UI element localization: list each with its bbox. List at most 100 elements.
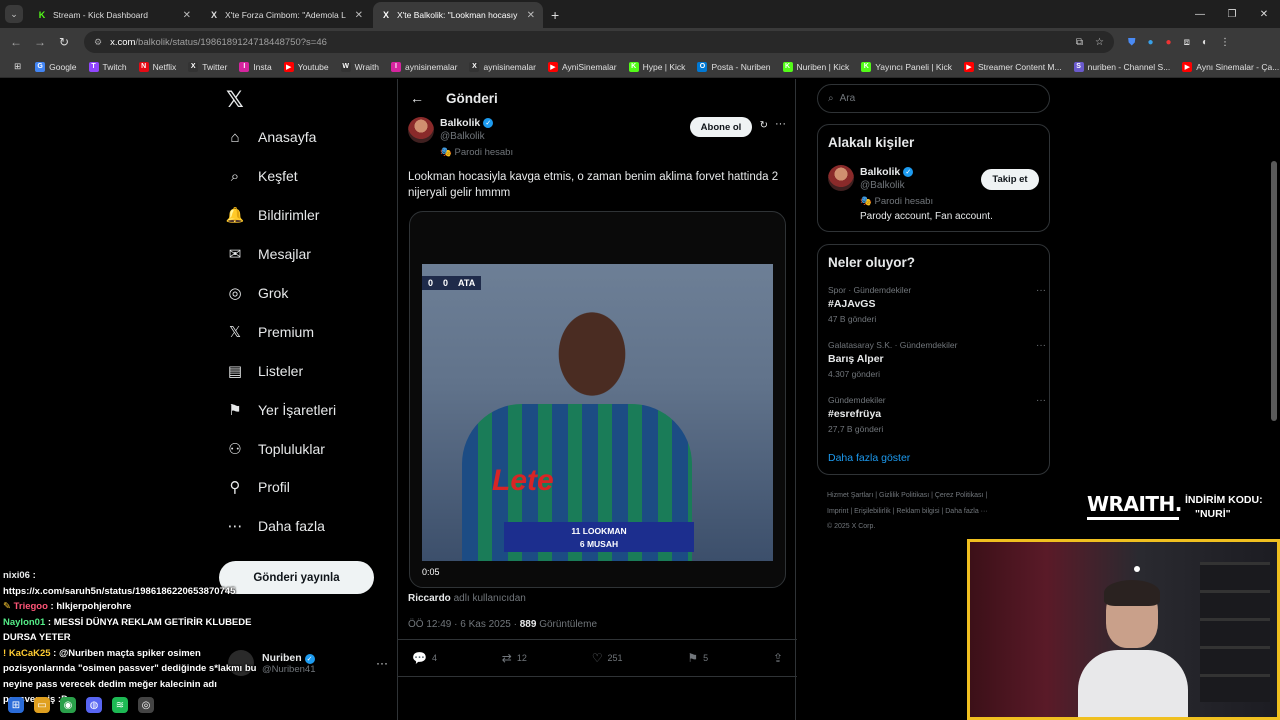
chat-user[interactable]: KaCaK25 bbox=[9, 648, 51, 659]
back-arrow-icon[interactable]: ← bbox=[4, 35, 28, 49]
nav-item[interactable]: 🔔 Bildirimler bbox=[226, 206, 320, 224]
more-icon[interactable]: ··· bbox=[1036, 285, 1046, 296]
menu-kebab-icon[interactable]: ⋮ bbox=[1220, 37, 1230, 48]
puzzle-extensions-icon[interactable]: ⧈ bbox=[1184, 37, 1190, 48]
obs-icon[interactable]: ◎ bbox=[138, 697, 154, 713]
x-logo-icon[interactable]: 𝕏 bbox=[226, 87, 244, 113]
search-input[interactable]: ⌕ Ara bbox=[817, 84, 1050, 113]
close-icon[interactable]: ✕ bbox=[527, 10, 535, 21]
main-header: ← Gönderi bbox=[398, 79, 797, 117]
bookmark-item[interactable]: K Yayıncı Paneli | Kick bbox=[855, 61, 958, 72]
shield-extension-icon[interactable]: ⛊ bbox=[1128, 37, 1136, 48]
nav-item[interactable]: ⌕ Keşfet bbox=[226, 167, 298, 185]
bookmark-item[interactable]: ▶ Streamer Content M... bbox=[958, 61, 1068, 72]
profile-icon[interactable]: ◐ bbox=[1202, 37, 1208, 48]
nav-item[interactable]: ✉ Mesajlar bbox=[226, 245, 311, 263]
tab-kick-dashboard[interactable]: K Stream - Kick Dashboard ✕ bbox=[29, 2, 199, 28]
more-icon[interactable]: ··· bbox=[376, 656, 388, 670]
new-tab-button[interactable]: + bbox=[551, 7, 559, 23]
globe-extension-icon[interactable]: ● bbox=[1148, 37, 1154, 48]
avatar[interactable] bbox=[828, 165, 854, 191]
bookmark-item[interactable]: K Hype | Kick bbox=[623, 61, 692, 72]
tab-search-chevron-icon[interactable]: ⌄ bbox=[5, 5, 23, 23]
bookmark-item[interactable]: N Netflix bbox=[133, 61, 183, 72]
nav-item[interactable]: 𝕏 Premium bbox=[226, 323, 314, 341]
share-icon: ⇪ bbox=[772, 651, 783, 665]
more-icon[interactable]: ··· bbox=[1036, 395, 1046, 406]
chat-badge-icon: ✎ bbox=[3, 601, 11, 612]
bookmark-button[interactable]: ⚑ 5 bbox=[687, 651, 708, 665]
spotify-icon[interactable]: ≋ bbox=[112, 697, 128, 713]
cast-icon[interactable]: ⧉ bbox=[1076, 37, 1083, 48]
forward-arrow-icon[interactable]: → bbox=[28, 35, 52, 49]
nav-item[interactable]: ⌂ Anasayfa bbox=[226, 128, 316, 146]
tweet-video[interactable]: Lete 0 0 ATA 11 LOOKMAN 6 MUSAH 0:05 bbox=[409, 211, 786, 588]
footer-line[interactable]: Imprint | Erişilebilirlik | Reklam bilgi… bbox=[827, 504, 1047, 520]
trend-item[interactable]: Spor · Gündemdekiler #AJAvGS 47 B gönderi ·… bbox=[828, 285, 1046, 324]
chat-user[interactable]: Triegoo bbox=[14, 601, 48, 612]
more-icon[interactable]: ··· bbox=[775, 118, 786, 130]
chrome-icon[interactable]: ◉ bbox=[60, 697, 76, 713]
record-extension-icon[interactable]: ● bbox=[1166, 37, 1172, 48]
site-info-icon[interactable]: ⚙ bbox=[94, 37, 102, 48]
tab-forza-cimbom[interactable]: X X'te Forza Cimbom: "Ademola L ✕ bbox=[201, 2, 371, 28]
bookmark-item[interactable]: X Twitter bbox=[182, 61, 233, 72]
folder-icon[interactable]: ▭ bbox=[34, 697, 50, 713]
author-name[interactable]: Balkolik ✓ bbox=[440, 117, 494, 129]
reply-button[interactable]: 💬 4 bbox=[412, 651, 437, 665]
close-window-icon[interactable]: ✕ bbox=[1248, 9, 1280, 20]
discord-icon[interactable]: ◍ bbox=[86, 697, 102, 713]
author-avatar[interactable] bbox=[408, 117, 434, 143]
chat-user[interactable]: Naylon01 bbox=[3, 617, 45, 628]
trend-item[interactable]: Galatasaray S.K. · Gündemdekiler Barış Al… bbox=[828, 340, 1046, 379]
reload-icon[interactable]: ↻ bbox=[52, 35, 76, 49]
close-icon[interactable]: ✕ bbox=[183, 10, 191, 21]
nav-item[interactable]: ⚑ Yer İşaretleri bbox=[226, 401, 336, 419]
follow-button[interactable]: Takip et bbox=[981, 169, 1039, 190]
url-input[interactable]: ⚙ x.com/balkolik/status/1986189124718448… bbox=[84, 31, 1114, 53]
back-arrow-icon[interactable]: ← bbox=[410, 90, 430, 106]
minimize-icon[interactable]: — bbox=[1184, 9, 1216, 20]
restore-icon[interactable]: ❐ bbox=[1216, 9, 1248, 20]
bookmark-item[interactable]: W Wraith bbox=[335, 61, 385, 72]
bookmark-item[interactable]: Snuriben - Channel S... bbox=[1068, 61, 1177, 72]
grok-icon[interactable]: ↻ bbox=[760, 120, 768, 131]
nav-item[interactable]: ▤ Listeler bbox=[226, 362, 303, 380]
like-button[interactable]: ♡ 251 bbox=[592, 651, 623, 665]
more-icon[interactable]: ··· bbox=[1036, 340, 1046, 351]
footer-line[interactable]: Hizmet Şartları | Gizlilik Politikası | … bbox=[827, 488, 1047, 504]
apps-grid-icon[interactable]: ⊞ bbox=[8, 61, 29, 72]
nav-item[interactable]: ⚲ Profil bbox=[226, 478, 290, 496]
bookmark-item[interactable]: Iaynisinemalar bbox=[385, 61, 463, 72]
windows-icon[interactable]: ⊞ bbox=[8, 697, 24, 713]
trend-name: #esrefrüya bbox=[828, 408, 882, 420]
bookmark-item[interactable]: G Google bbox=[29, 61, 82, 72]
chat-user[interactable]: nixi06 bbox=[3, 570, 30, 581]
bookmark-item[interactable]: K Nuriben | Kick bbox=[777, 61, 856, 72]
nav-icon: ⌕ bbox=[230, 167, 240, 185]
trend-item[interactable]: Gündemdekiler #esrefrüya 27,7 B gönderi ··· bbox=[828, 395, 1046, 434]
bookmark-item[interactable]: T Twitch bbox=[83, 61, 133, 72]
bookmark-item[interactable]: I Insta bbox=[233, 61, 277, 72]
star-icon[interactable]: ☆ bbox=[1095, 37, 1104, 48]
bookmark-item[interactable]: ▶ Aynı Sinemalar - Ça... bbox=[1176, 61, 1280, 72]
bookmark-item[interactable]: O Posta - Nuriben bbox=[691, 61, 776, 72]
page-scrollbar[interactable] bbox=[1271, 161, 1277, 421]
related-name[interactable]: Balkolik ✓ bbox=[860, 166, 914, 178]
close-icon[interactable]: ✕ bbox=[355, 10, 363, 21]
verified-badge-icon: ✓ bbox=[483, 118, 494, 128]
subscribe-button[interactable]: Abone ol bbox=[690, 117, 752, 137]
show-more-link[interactable]: Daha fazla göster bbox=[828, 452, 910, 464]
nav-item[interactable]: ⋯ Daha fazla bbox=[226, 517, 325, 535]
bookmark-item[interactable]: Xaynisinemalar bbox=[463, 61, 541, 72]
share-button[interactable]: ⇪ bbox=[773, 651, 783, 665]
tab-balkolik[interactable]: X X'te Balkolik: "Lookman hocasıy ✕ bbox=[373, 2, 543, 28]
video-frame[interactable]: Lete 0 0 ATA 11 LOOKMAN 6 MUSAH bbox=[422, 264, 773, 561]
repost-button[interactable]: ⇄ 12 bbox=[502, 651, 527, 665]
bookmark-item[interactable]: ▶ Youtube bbox=[278, 61, 335, 72]
nav-item[interactable]: ⚇ Topluluklar bbox=[226, 440, 325, 458]
nav-item[interactable]: ◎ Grok bbox=[226, 284, 288, 302]
bookmark-item[interactable]: ▶ AyniSinemalar bbox=[542, 61, 623, 72]
from-user: Riccardo adlı kullanıcıdan bbox=[408, 593, 526, 604]
author-handle[interactable]: @Balkolik bbox=[440, 131, 485, 142]
